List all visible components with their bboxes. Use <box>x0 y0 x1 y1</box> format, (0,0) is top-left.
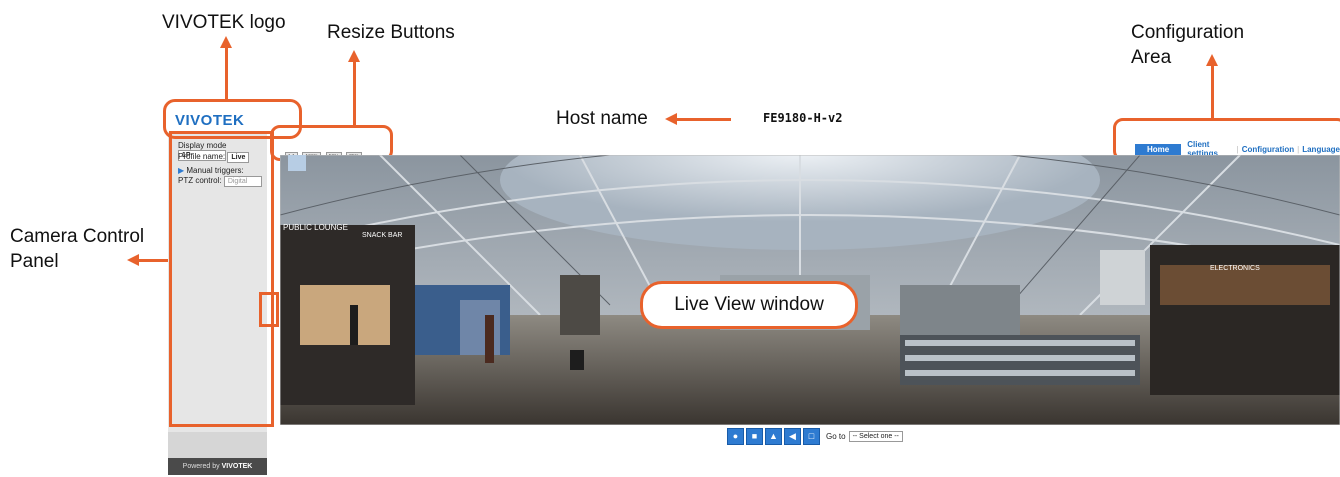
goto-label: Go to <box>826 432 846 441</box>
config-nav: Home Client settings | Configuration | L… <box>1135 140 1340 158</box>
bottom-controls: ● ■ ▲ ◀ □ Go to -- Select one -- <box>727 428 903 445</box>
callout-config-line1: Configuration <box>1131 22 1245 43</box>
arrow-resize <box>353 60 356 126</box>
live-view-window[interactable]: PUBLIC LOUNGE SNACK BAR ELECTRONICS Live… <box>280 155 1340 425</box>
callout-panel-line1: Camera Control <box>10 226 145 247</box>
sign-public-lounge: PUBLIC LOUNGE <box>283 223 348 232</box>
panel-highlight <box>169 131 274 427</box>
nav-configuration[interactable]: Configuration <box>1242 145 1294 154</box>
nav-home[interactable]: Home <box>1135 143 1182 155</box>
callout-logo: VIVOTEK logo <box>162 12 286 33</box>
arrow-logo-head <box>220 36 232 48</box>
arrow-resize-head <box>348 50 360 62</box>
nav-divider: | <box>1297 144 1300 154</box>
arrow-host-head <box>665 113 677 125</box>
live-view-label: Live View window <box>640 281 858 329</box>
stop-icon[interactable]: ■ <box>746 428 763 445</box>
goto-select[interactable]: -- Select one -- <box>848 431 903 442</box>
snapshot-icon[interactable]: ● <box>727 428 744 445</box>
arrow-logo <box>225 45 228 100</box>
fullscreen-icon[interactable]: □ <box>803 428 820 445</box>
powered-by-bar: Powered by VIVOTEK <box>168 458 267 475</box>
volume-icon[interactable]: ◀ <box>784 428 801 445</box>
callout-config-line2: Area <box>1131 47 1172 68</box>
arrow-config <box>1211 64 1214 118</box>
nav-divider: | <box>1236 144 1239 154</box>
callout-host: Host name <box>556 108 648 129</box>
arrow-config-head <box>1206 54 1218 66</box>
powered-by-brand: VIVOTEK <box>221 463 253 470</box>
record-icon[interactable]: ▲ <box>765 428 782 445</box>
host-name: FE9180-H-v2 <box>763 111 843 125</box>
arrow-panel-head <box>127 254 139 266</box>
nav-language[interactable]: Language <box>1302 145 1340 154</box>
callout-panel-line2: Panel <box>10 251 59 272</box>
edge-highlight <box>259 292 279 327</box>
sign-snack-bar: SNACK BAR <box>362 232 402 239</box>
sign-electronics: ELECTRONICS <box>1210 265 1260 272</box>
callout-resize: Resize Buttons <box>327 22 455 43</box>
arrow-host <box>676 118 731 121</box>
powered-by-text: Powered by <box>182 463 220 470</box>
